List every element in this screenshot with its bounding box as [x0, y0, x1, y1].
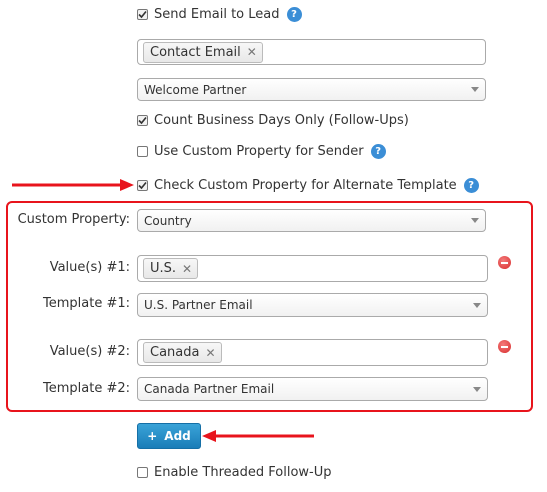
template-1-value: U.S. Partner Email	[144, 298, 253, 312]
template-2-value: Canada Partner Email	[144, 382, 275, 396]
custom-sender-row: Use Custom Property for Sender ?	[137, 144, 386, 159]
alt-template-row: Check Custom Property for Alternate Temp…	[137, 178, 479, 193]
chevron-down-icon	[471, 87, 479, 92]
email-template-select[interactable]: Welcome Partner	[137, 78, 486, 101]
template-2-label: Template #2:	[43, 381, 130, 396]
add-rule-button[interactable]: + Add	[137, 423, 201, 449]
custom-property-select[interactable]: Country	[137, 209, 486, 232]
remove-tag-icon[interactable]: ✕	[205, 346, 215, 360]
help-icon[interactable]: ?	[370, 144, 386, 159]
alt-template-checkbox[interactable]	[137, 180, 148, 191]
send-email-row: Send Email to Lead ?	[137, 7, 302, 22]
help-icon[interactable]: ?	[286, 7, 302, 22]
custom-sender-label: Use Custom Property for Sender	[154, 144, 364, 159]
send-email-label: Send Email to Lead	[154, 7, 280, 22]
template-1-label: Template #1:	[43, 296, 130, 311]
alt-template-label: Check Custom Property for Alternate Temp…	[154, 178, 457, 193]
remove-rule-2-icon[interactable]	[498, 340, 511, 353]
value-tag: Canada ✕	[143, 342, 222, 363]
threaded-checkbox[interactable]	[137, 467, 148, 478]
annotation-arrow-icon	[12, 179, 134, 191]
recipient-tag: Contact Email ✕	[143, 41, 263, 63]
custom-sender-checkbox[interactable]	[137, 146, 148, 157]
annotation-arrow-icon	[202, 430, 314, 442]
values-2-label: Value(s) #2:	[49, 344, 130, 359]
business-days-label: Count Business Days Only (Follow-Ups)	[154, 113, 409, 128]
business-days-row: Count Business Days Only (Follow-Ups)	[137, 113, 409, 128]
value-tag: U.S. ✕	[143, 258, 199, 279]
values-2-input[interactable]: Canada ✕	[137, 339, 488, 366]
threaded-row: Enable Threaded Follow-Up	[137, 465, 332, 480]
chevron-down-icon	[473, 386, 481, 392]
remove-tag-icon[interactable]: ✕	[182, 262, 192, 276]
remove-rule-1-icon[interactable]	[498, 256, 511, 269]
custom-property-label: Custom Property:	[17, 212, 130, 227]
values-1-input[interactable]: U.S. ✕	[137, 255, 488, 282]
send-email-checkbox[interactable]	[137, 9, 148, 20]
recipient-tag-input[interactable]: Contact Email ✕	[137, 39, 486, 65]
help-icon[interactable]: ?	[463, 178, 479, 193]
threaded-label: Enable Threaded Follow-Up	[154, 465, 332, 480]
value-tag-label: U.S.	[150, 261, 177, 276]
template-1-select[interactable]: U.S. Partner Email	[137, 293, 488, 317]
custom-property-value: Country	[144, 213, 192, 228]
remove-tag-icon[interactable]: ✕	[247, 45, 257, 59]
value-tag-label: Canada	[150, 345, 200, 360]
plus-icon: +	[147, 429, 158, 443]
business-days-checkbox[interactable]	[137, 115, 148, 126]
values-1-label: Value(s) #1:	[49, 260, 130, 275]
add-button-label: Add	[164, 429, 191, 443]
template-2-select[interactable]: Canada Partner Email	[137, 377, 488, 401]
chevron-down-icon	[473, 302, 481, 308]
email-template-value: Welcome Partner	[144, 82, 247, 97]
recipient-tag-label: Contact Email	[150, 44, 241, 60]
chevron-down-icon	[471, 218, 479, 223]
